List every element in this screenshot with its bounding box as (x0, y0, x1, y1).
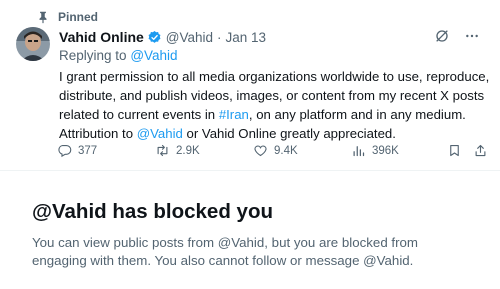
tweet-text: I grant permission to all media organiza… (59, 67, 491, 143)
display-name[interactable]: Vahid Online (59, 29, 144, 45)
replying-to: Replying to @Vahid (59, 48, 178, 63)
reply-icon (58, 144, 72, 158)
section-divider (0, 170, 500, 171)
grok-icon[interactable] (434, 28, 450, 44)
mention-link[interactable]: @Vahid (137, 126, 183, 141)
reply-count: 377 (78, 144, 98, 157)
like-icon (254, 145, 267, 157)
replying-prefix: Replying to (59, 48, 127, 63)
separator: · (217, 29, 222, 45)
share-button[interactable] (473, 143, 488, 158)
tweet-text-part: or Vahid Online greatly appreciated. (182, 126, 396, 141)
replying-mention[interactable]: @Vahid (130, 48, 177, 63)
pinned-tweet[interactable]: Pinned Vahid Online @Vahid · Jan 13 Repl… (0, 0, 500, 170)
repost-button[interactable]: 2.9K (155, 143, 200, 158)
tweet-actions: 377 2.9K 9.4K 396K (57, 143, 487, 161)
share-icon (475, 144, 486, 157)
handle[interactable]: @Vahid (166, 30, 213, 45)
verified-icon[interactable] (147, 30, 162, 45)
repost-count: 2.9K (176, 144, 200, 157)
views-count: 396K (372, 144, 399, 157)
blocked-title: @Vahid has blocked you (32, 200, 273, 223)
tweet-date[interactable]: Jan 13 (226, 30, 267, 45)
hashtag-link[interactable]: #Iran (219, 107, 249, 122)
like-count: 9.4K (274, 144, 298, 157)
pinned-label: Pinned (58, 10, 99, 24)
like-button[interactable]: 9.4K (253, 143, 298, 158)
more-icon[interactable] (464, 28, 480, 44)
pinned-indicator: Pinned (36, 9, 98, 25)
views-icon (353, 146, 365, 157)
avatar[interactable] (16, 27, 50, 61)
reply-button[interactable]: 377 (57, 143, 97, 158)
bookmark-icon (450, 144, 459, 157)
bookmark-button[interactable] (447, 143, 462, 158)
blocked-notice: @Vahid has blocked you You can view publ… (32, 200, 492, 270)
pin-icon (36, 10, 50, 24)
tweet-header: Vahid Online @Vahid · Jan 13 (59, 28, 480, 46)
blocked-description: You can view public posts from @Vahid, b… (32, 235, 419, 268)
views-button[interactable]: 396K (351, 143, 399, 158)
repost-icon (157, 144, 168, 157)
